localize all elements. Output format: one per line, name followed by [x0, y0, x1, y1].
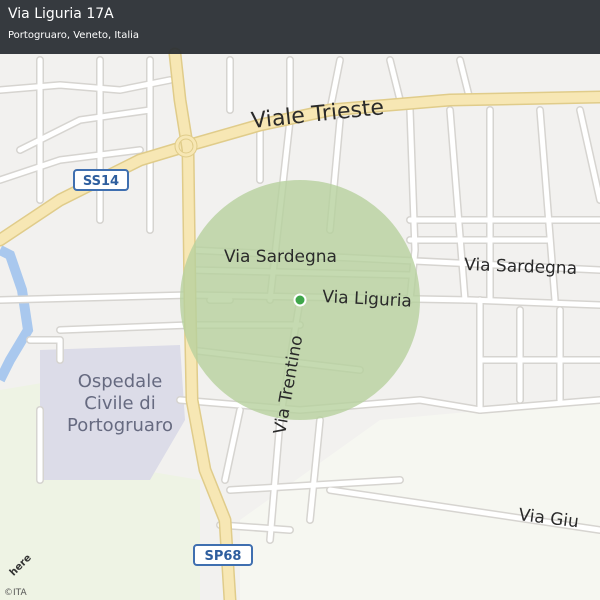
map-view[interactable]: Viale Trieste Via Sardegna Via Sardegna … — [0, 0, 600, 600]
location-marker[interactable] — [293, 293, 307, 307]
street-label-via-sardegna: Via Sardegna — [224, 247, 337, 267]
copyright-text: ©ITA — [4, 588, 27, 598]
address-header: Via Liguria 17A Portogruaro, Veneto, Ita… — [0, 0, 600, 54]
street-label-via-sardegna-east: Via Sardegna — [464, 255, 578, 279]
hospital-label-line1: Ospedale — [78, 371, 163, 392]
map-canvas[interactable]: Viale Trieste Via Sardegna Via Sardegna … — [0, 0, 600, 600]
hospital-label-line3: Portogruaro — [67, 415, 173, 436]
road-shield-sp68-label: SP68 — [205, 549, 242, 564]
road-shield-sp68: SP68 — [193, 544, 253, 566]
hospital-label-line2: Civile di — [84, 393, 155, 414]
address-subtitle: Portogruaro, Veneto, Italia — [8, 30, 140, 41]
road-shield-ss14: SS14 — [73, 169, 129, 191]
road-shield-ss14-label: SS14 — [83, 174, 119, 189]
address-title: Via Liguria 17A — [8, 6, 114, 22]
